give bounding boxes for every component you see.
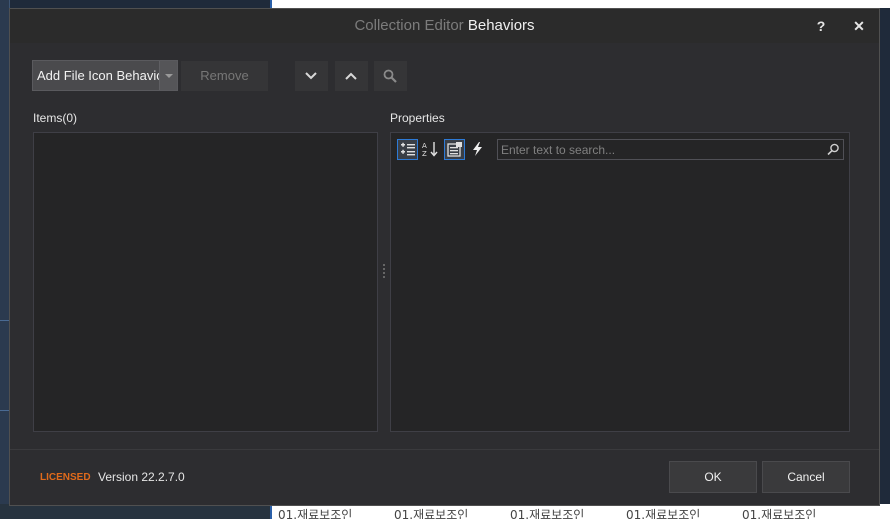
search-button[interactable]	[374, 61, 407, 91]
background-cell: 01.재료보조인	[510, 508, 585, 519]
dialog-title: Collection Editor Behaviors	[10, 17, 879, 34]
sort-alphabetical-icon: A Z	[422, 142, 438, 157]
items-label: Items(0)	[33, 111, 78, 125]
version-label: Version 22.2.7.0	[98, 470, 185, 484]
add-behavior-button[interactable]: Add File Icon Behavior	[32, 60, 178, 91]
background-window-top	[270, 0, 890, 8]
collection-editor-dialog: Collection Editor Behaviors ? ✕ Add File…	[9, 8, 880, 506]
svg-text:A: A	[422, 142, 427, 150]
licensed-badge: LICENSED	[40, 472, 91, 483]
categorized-view-button[interactable]	[397, 139, 418, 160]
events-button[interactable]	[468, 139, 489, 160]
add-behavior-label: Add File Icon Behavior	[37, 68, 168, 83]
search-icon	[383, 69, 397, 83]
background-cell: 01.재료보조인	[394, 508, 469, 519]
lightning-icon	[473, 142, 482, 156]
move-up-button[interactable]	[335, 61, 368, 91]
svg-text:Z: Z	[422, 150, 427, 157]
properties-label: Properties	[390, 111, 445, 125]
move-down-button[interactable]	[295, 61, 328, 91]
chevron-up-icon	[345, 72, 357, 80]
items-list[interactable]	[33, 132, 378, 432]
search-icon	[827, 143, 839, 156]
background-cell: 01.재료보조인	[626, 508, 701, 519]
ok-button[interactable]: OK	[669, 461, 757, 493]
remove-button[interactable]: Remove	[181, 61, 268, 91]
title-main: Behaviors	[467, 17, 535, 34]
property-pages-button[interactable]	[444, 139, 465, 160]
background-grid-row: 01.재료보조인 01.재료보조인 01.재료보조인 01.재료보조인 01.재…	[270, 504, 890, 519]
chevron-down-icon	[305, 72, 317, 80]
property-search[interactable]	[497, 139, 844, 160]
help-button[interactable]: ?	[810, 15, 832, 37]
background-cell: 01.재료보조인	[278, 508, 353, 519]
alphabetical-view-button[interactable]: A Z	[420, 139, 441, 160]
title-prefix: Collection Editor	[354, 17, 464, 34]
close-button[interactable]: ✕	[848, 15, 870, 37]
background-cell: 01.재료보조인	[742, 508, 817, 519]
panel-splitter[interactable]	[382, 264, 386, 280]
property-pages-icon	[447, 142, 462, 157]
property-search-input[interactable]	[498, 140, 818, 159]
categorized-icon	[401, 142, 415, 156]
add-dropdown-arrow[interactable]	[159, 61, 177, 90]
background-strip	[0, 504, 270, 519]
footer-divider	[10, 449, 879, 450]
property-grid: A Z	[390, 132, 850, 432]
cancel-button[interactable]: Cancel	[762, 461, 850, 493]
title-bar[interactable]: Collection Editor Behaviors ? ✕	[10, 9, 879, 43]
